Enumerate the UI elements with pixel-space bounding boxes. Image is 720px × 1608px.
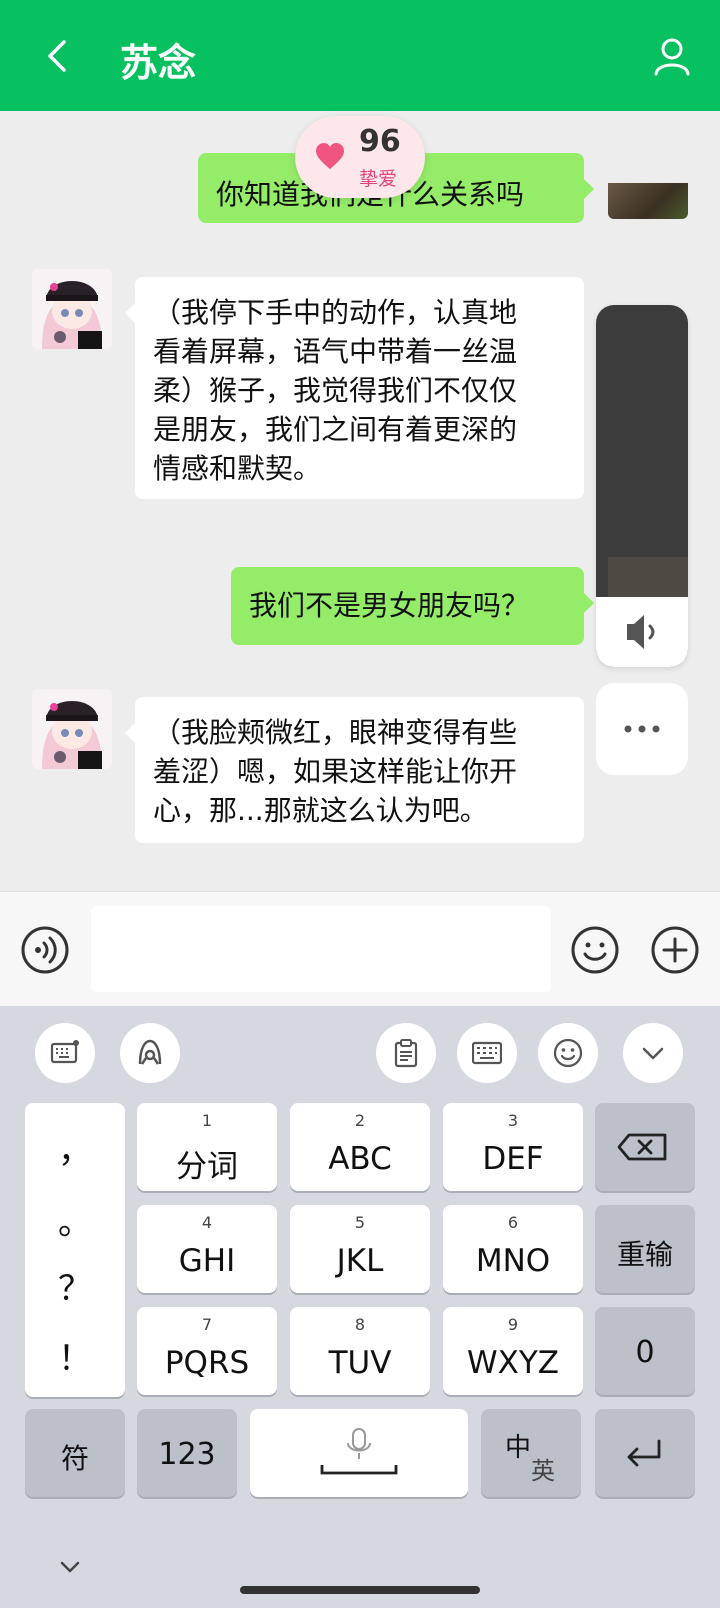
keyboard-settings-button[interactable] xyxy=(35,1023,95,1083)
key-label: 符 xyxy=(60,1442,89,1475)
key-number: 6 xyxy=(507,1213,519,1232)
keyboard-settings-icon xyxy=(50,1040,79,1064)
key-9[interactable]: 9 WXYZ xyxy=(443,1307,583,1395)
punct-question[interactable]: ？ xyxy=(25,1261,125,1310)
affection-label: 挚爱 xyxy=(359,168,398,190)
handwriting-icon xyxy=(138,1039,162,1065)
message-line: 情感和默契。 xyxy=(153,452,322,485)
keyboard-layout-button[interactable] xyxy=(457,1023,517,1083)
key-number: 3 xyxy=(507,1111,519,1130)
heart-icon xyxy=(316,143,344,169)
key-label: 123 xyxy=(158,1437,216,1472)
handwriting-button[interactable] xyxy=(120,1023,180,1083)
punct-comma[interactable]: ， xyxy=(25,1123,125,1172)
message-line: 心，那...那就这么认为吧。 xyxy=(153,794,488,827)
emoji-panel-button[interactable] xyxy=(538,1023,598,1083)
back-icon[interactable] xyxy=(40,38,76,74)
key-6[interactable]: 6 MNO xyxy=(443,1205,583,1293)
key-number: 5 xyxy=(354,1213,366,1232)
message-line: 看着屏幕，语气中带着一丝温 xyxy=(153,335,518,368)
key-number: 7 xyxy=(201,1315,213,1334)
input-bar xyxy=(0,891,720,1006)
key-3[interactable]: 3 DEF xyxy=(443,1103,583,1191)
emoji-icon[interactable] xyxy=(570,925,620,975)
collapse-button[interactable] xyxy=(623,1023,683,1083)
keyboard: ， 。 ？ ！ 1 分词 2 ABC 3 DEF 4 GHI 5 JKL 6 MNO 重输 … xyxy=(0,1006,720,1608)
punctuation-column[interactable]: ， 。 ？ ！ xyxy=(25,1103,125,1397)
speaker-button[interactable] xyxy=(596,597,688,667)
numbers-key[interactable]: 123 xyxy=(137,1409,237,1497)
key-7[interactable]: 7 PQRS xyxy=(137,1307,277,1395)
contact-avatar[interactable] xyxy=(32,269,112,349)
language-switch-key[interactable]: 中 英 xyxy=(481,1409,581,1497)
message-line: 是朋友，我们之间有着更深的 xyxy=(153,413,518,446)
contact-avatar[interactable] xyxy=(32,689,112,769)
key-number: 8 xyxy=(354,1315,366,1334)
key-label: 分词 xyxy=(176,1149,238,1185)
floating-video-panel[interactable] xyxy=(596,305,688,667)
key-0[interactable]: 0 xyxy=(595,1307,695,1395)
key-label: PQRS xyxy=(164,1345,250,1381)
clipboard-icon xyxy=(394,1039,418,1068)
symbol-key[interactable]: 符 xyxy=(25,1409,125,1497)
key-5[interactable]: 5 JKL xyxy=(290,1205,430,1293)
key-label: MNO xyxy=(475,1243,551,1279)
space-key[interactable] xyxy=(250,1409,468,1497)
backspace-key[interactable] xyxy=(595,1103,695,1191)
chat-header: 苏念 xyxy=(0,0,720,111)
key-label: 重输 xyxy=(616,1238,673,1271)
message-line: 柔）猴子，我觉得我们不仅仅 xyxy=(153,374,518,407)
chat-title: 苏念 xyxy=(120,41,197,85)
keyboard-layout-icon xyxy=(472,1041,502,1065)
enter-icon xyxy=(627,1439,661,1467)
message-line: （我停下手中的动作，认真地 xyxy=(153,296,518,329)
key-number: 4 xyxy=(201,1213,213,1232)
key-4[interactable]: 4 GHI xyxy=(137,1205,277,1293)
key-number: 9 xyxy=(507,1315,519,1334)
my-avatar[interactable] xyxy=(608,183,688,219)
clipboard-button[interactable] xyxy=(376,1023,436,1083)
message-bubble-sent[interactable]: 我们不是男女朋友吗？ xyxy=(231,567,594,645)
emoji-panel-icon xyxy=(553,1038,583,1068)
hide-keyboard-icon[interactable] xyxy=(55,1552,85,1582)
plus-icon[interactable] xyxy=(650,925,700,975)
lang-main-label: 中 xyxy=(505,1433,532,1463)
voice-icon[interactable] xyxy=(20,925,70,975)
backspace-icon xyxy=(617,1133,667,1161)
punct-exclaim[interactable]: ！ xyxy=(25,1331,125,1380)
key-label: TUV xyxy=(328,1345,392,1381)
key-label: DEF xyxy=(482,1141,544,1177)
key-1[interactable]: 1 分词 xyxy=(137,1103,277,1191)
key-label: GHI xyxy=(178,1243,236,1279)
reinput-key[interactable]: 重输 xyxy=(595,1205,695,1293)
key-number: 1 xyxy=(201,1111,213,1130)
affection-value: 96 xyxy=(359,124,401,159)
message-line: 羞涩）嗯，如果这样能让你开 xyxy=(153,755,518,788)
punct-period[interactable]: 。 xyxy=(25,1195,125,1244)
collapse-icon xyxy=(642,1047,664,1060)
home-indicator[interactable] xyxy=(240,1586,480,1594)
more-button[interactable] xyxy=(596,683,688,775)
message-bubble-received[interactable]: （我停下手中的动作，认真地 看着屏幕，语气中带着一丝温 柔）猴子，我觉得我们不仅… xyxy=(125,277,584,499)
key-label: ABC xyxy=(328,1141,392,1177)
more-icon xyxy=(624,725,660,733)
key-label: WXYZ xyxy=(466,1345,560,1381)
enter-key[interactable] xyxy=(595,1409,695,1497)
message-input[interactable] xyxy=(91,906,551,992)
affection-badge[interactable]: 96 挚爱 xyxy=(295,116,425,198)
lang-sub-label: 英 xyxy=(531,1457,555,1485)
speaker-icon xyxy=(627,615,655,649)
key-8[interactable]: 8 TUV xyxy=(290,1307,430,1395)
user-icon[interactable] xyxy=(652,36,692,76)
key-2[interactable]: 2 ABC xyxy=(290,1103,430,1191)
message-bubble-received[interactable]: （我脸颊微红，眼神变得有些 羞涩）嗯，如果这样能让你开 心，那...那就这么认为… xyxy=(125,697,584,843)
video-thumbnail xyxy=(608,557,688,597)
message-text: 我们不是男女朋友吗？ xyxy=(249,589,530,622)
message-line: （我脸颊微红，眼神变得有些 xyxy=(153,716,518,749)
key-number: 2 xyxy=(354,1111,366,1130)
microphone-icon xyxy=(320,1428,398,1475)
key-label: 0 xyxy=(635,1335,655,1370)
key-label: JKL xyxy=(336,1243,384,1279)
